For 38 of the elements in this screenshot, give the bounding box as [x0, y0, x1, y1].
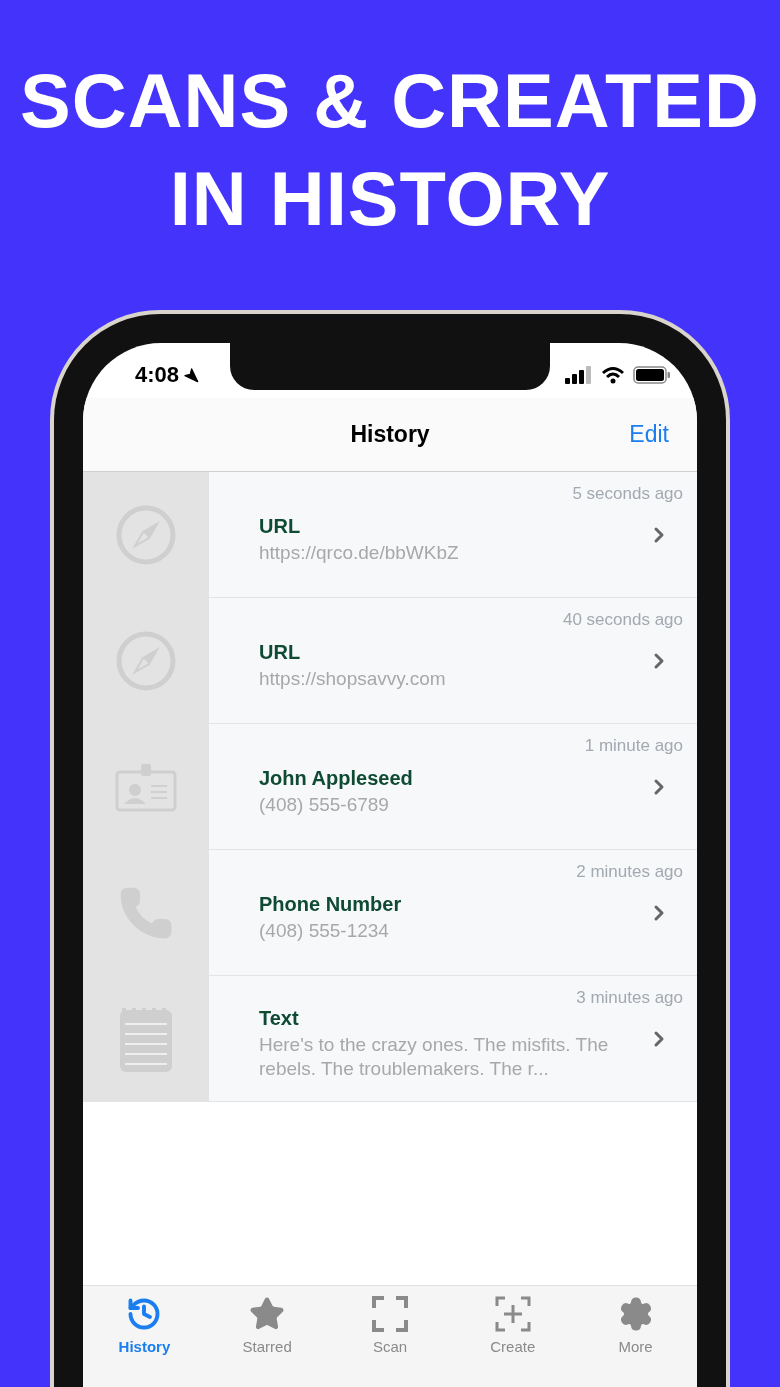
row-title: URL [259, 513, 302, 539]
row-subtitle: (408) 555-1234 [259, 918, 390, 943]
wifi-icon [601, 365, 625, 384]
add-frame-icon [494, 1296, 531, 1332]
edit-button[interactable]: Edit [629, 417, 669, 452]
battery-icon [633, 365, 671, 384]
tab-item[interactable]: More [574, 1296, 697, 1360]
row-timestamp: 1 minute ago [584, 735, 683, 757]
history-row[interactable]: 5 seconds ago URL https://qrco.de/bbWKbZ [83, 472, 697, 598]
history-row[interactable]: 1 minute ago John Appleseed (408) 555-6789 [83, 724, 697, 850]
history-row[interactable]: 2 minutes ago Phone Number (408) 555-1234 [83, 850, 697, 976]
row-timestamp: 2 minutes ago [576, 861, 683, 883]
row-title: John Appleseed [259, 765, 414, 791]
status-time: 4:08 [135, 361, 180, 389]
signal-icon [565, 365, 593, 384]
row-timestamp: 40 seconds ago [562, 609, 683, 631]
location-arrow-icon [183, 366, 200, 383]
scan-frame-icon [372, 1296, 408, 1332]
nav-title: History [350, 420, 430, 450]
row-title: Text [259, 1005, 300, 1031]
tab-item[interactable]: History [83, 1296, 206, 1360]
star-icon [249, 1296, 286, 1332]
headline: SCANS & CREATED [20, 57, 760, 145]
history-row[interactable]: 40 seconds ago URL https://shopsavvy.com [83, 598, 697, 724]
tab-item[interactable]: Scan [328, 1296, 452, 1360]
row-title: Phone Number [259, 891, 403, 917]
row-subtitle: Here's to the crazy ones. The misfits. The rebels. The troublemakers. The r... [259, 1032, 610, 1081]
row-timestamp: 5 seconds ago [572, 483, 683, 505]
row-timestamp: 3 minutes ago [576, 987, 683, 1009]
headline: IN HISTORY [169, 155, 611, 243]
row-subtitle: https://qrco.de/bbWKbZ [259, 540, 460, 565]
notepad-icon [119, 1005, 173, 1072]
history-row[interactable]: 3 minutes ago Text Here's to the crazy ones. The misfits. The rebels. The troublemakers. The r... [83, 976, 697, 1102]
tab-item[interactable]: Starred [205, 1296, 329, 1360]
tab-item[interactable]: Create [451, 1296, 575, 1360]
row-subtitle: https://shopsavvy.com [259, 666, 447, 691]
row-subtitle: (408) 555-6789 [259, 792, 390, 817]
row-title: URL [259, 639, 302, 665]
